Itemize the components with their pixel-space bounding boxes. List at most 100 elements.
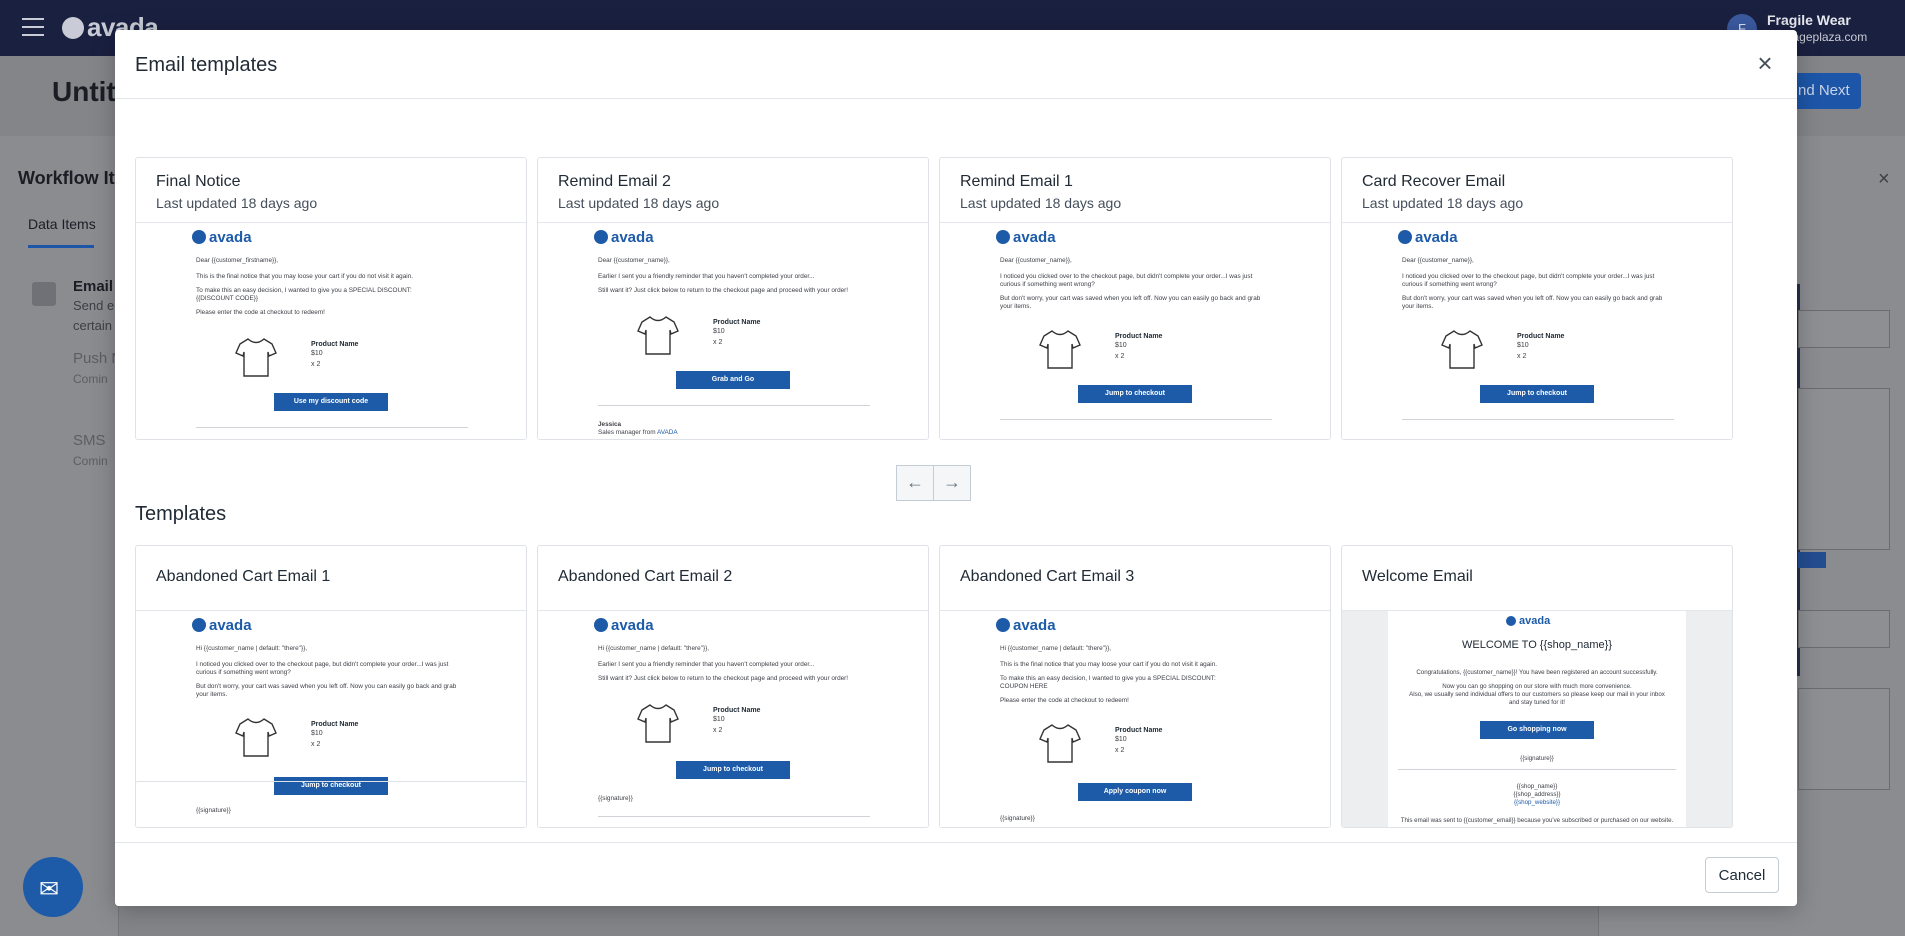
- avada-logo: avada: [192, 229, 252, 246]
- template-card-welcome-email[interactable]: Welcome Email avada WELCOME TO {{shop_na…: [1341, 545, 1733, 828]
- card-title: Welcome Email: [1362, 568, 1473, 585]
- welcome-heading: WELCOME TO {{shop_name}}: [1461, 639, 1612, 651]
- preview-line: Dear {{customer_name}},: [598, 257, 670, 264]
- product-name: Product Name: [311, 341, 359, 348]
- tshirt-icon: [1441, 330, 1483, 369]
- tab-data-items[interactable]: Data Items: [28, 216, 96, 232]
- card-header: Abandoned Cart Email 2: [538, 546, 928, 611]
- next-page-button[interactable]: →: [933, 465, 971, 501]
- avada-logo: avada: [996, 617, 1056, 634]
- tshirt-icon: [235, 338, 277, 377]
- arrow-right-icon: →: [943, 472, 961, 492]
- product-price: $10: [311, 350, 323, 357]
- preview-line: But don't worry, your cart was saved whe…: [1000, 295, 1261, 302]
- workflow-item-sms[interactable]: SMS: [73, 432, 106, 449]
- workflow-item-push-desc: Comin: [73, 372, 108, 386]
- avada-logo-icon: [1506, 616, 1516, 626]
- avada-logo-icon: [192, 618, 206, 632]
- preview-line: Hi {{customer_name | default: "there"}},: [196, 645, 307, 652]
- preview-line: Dear {{customer_name}},: [1402, 257, 1474, 264]
- preview-divider: [1402, 419, 1674, 420]
- template-card-abandoned-cart-3[interactable]: Abandoned Cart Email 3 avada Hi {{custom…: [939, 545, 1331, 828]
- prev-page-button[interactable]: ←: [896, 465, 934, 501]
- preview-divider: [1000, 419, 1272, 420]
- avada-logo-icon: [996, 230, 1010, 244]
- preview-line: curious if something went wrong?: [1402, 281, 1497, 288]
- panel-box: [1798, 688, 1890, 790]
- avada-logo-icon: [594, 230, 608, 244]
- cancel-button[interactable]: Cancel: [1705, 857, 1779, 893]
- product-name: Product Name: [1115, 333, 1163, 340]
- card-header: Card Recover Email Last updated 18 days …: [1342, 158, 1732, 223]
- page-title: Untit: [52, 76, 116, 107]
- preview-line: Dear {{customer_firstname}},: [196, 257, 279, 264]
- panel-button[interactable]: [1798, 552, 1826, 568]
- chat-icon: ✉: [39, 876, 60, 903]
- preview-line: Still want it? Just click below to retur…: [598, 287, 849, 294]
- preview-line: {{DISCOUNT CODE}}: [196, 295, 259, 302]
- preview-divider: [598, 405, 870, 406]
- modal-title: Email templates: [135, 54, 278, 76]
- template-card-remind-email-1[interactable]: Remind Email 1 Last updated 18 days ago …: [939, 157, 1331, 440]
- preview-line: Dear {{customer_name}},: [1000, 257, 1072, 264]
- preview-cta: Use my discount code: [274, 393, 388, 411]
- shop-address-token: {{shop_address}}: [1513, 791, 1561, 798]
- card-title: Remind Email 1: [960, 173, 1073, 190]
- email-templates-modal: Email templates × Final Notice Last upda…: [115, 30, 1797, 906]
- template-card-remind-email-2[interactable]: Remind Email 2 Last updated 18 days ago …: [537, 157, 929, 440]
- preview-signature: {{signature}}: [196, 807, 231, 814]
- chat-launcher[interactable]: ✉: [23, 857, 83, 917]
- preview-line: To make this an easy decision, I wanted …: [1000, 675, 1216, 682]
- preview-cta: Jump to checkout: [1480, 385, 1594, 403]
- preview-line: I noticed you clicked over to the checko…: [196, 661, 449, 668]
- email-preview: avada Dear {{customer_name}}, I noticed …: [940, 223, 1330, 439]
- preview-line: I noticed you clicked over to the checko…: [1402, 273, 1655, 280]
- avada-logo: avada: [1398, 229, 1458, 246]
- preview-footer: This email was sent to {{customer_email}…: [1400, 817, 1674, 824]
- panel-input[interactable]: [1798, 310, 1890, 348]
- preview-line: Please enter the code at checkout to red…: [196, 309, 325, 316]
- email-preview: avada Hi {{customer_name | default: "the…: [940, 611, 1330, 827]
- shop-name-token: {{shop_name}}: [1516, 783, 1558, 790]
- templates-section-title: Templates: [135, 503, 227, 525]
- preview-divider: [1398, 769, 1676, 770]
- card-updated: Last updated 18 days ago: [960, 195, 1122, 211]
- product-price: $10: [713, 716, 725, 723]
- avada-logo: avada: [996, 229, 1056, 246]
- template-card-card-recover-email[interactable]: Card Recover Email Last updated 18 days …: [1341, 157, 1733, 440]
- email-icon: [32, 282, 56, 306]
- preview-email-body: avada WELCOME TO {{shop_name}} Congratul…: [1388, 611, 1686, 827]
- workflow-items-panel: [0, 136, 119, 936]
- arrow-left-icon: ←: [906, 472, 924, 492]
- product-qty: x 2: [713, 339, 723, 346]
- menu-icon[interactable]: [22, 18, 44, 36]
- product-name: Product Name: [1115, 727, 1163, 734]
- preview-signature: {{signature}}: [598, 795, 633, 802]
- template-card-final-notice[interactable]: Final Notice Last updated 18 days ago av…: [135, 157, 527, 440]
- product-qty: x 2: [311, 741, 321, 748]
- product-qty: x 2: [311, 361, 321, 368]
- avada-logo-icon: [594, 618, 608, 632]
- product-name: Product Name: [311, 721, 359, 728]
- avada-logo-icon: [1398, 230, 1412, 244]
- panel-select[interactable]: [1798, 610, 1890, 648]
- preview-divider: [196, 427, 468, 428]
- active-tab-indicator: [28, 245, 94, 248]
- workflow-item-email[interactable]: Email: [73, 278, 113, 295]
- product-price: $10: [311, 730, 323, 737]
- close-icon[interactable]: ×: [1751, 50, 1779, 78]
- user-name: Fragile Wear: [1767, 12, 1851, 28]
- preview-signature: {{signature}}: [1520, 755, 1554, 762]
- save-and-next-button[interactable]: nd Next: [1790, 73, 1861, 109]
- card-updated: Last updated 18 days ago: [1362, 195, 1524, 211]
- product-price: $10: [713, 328, 725, 335]
- close-icon[interactable]: ×: [1878, 168, 1890, 191]
- preview-line: To make this an easy decision, I wanted …: [196, 287, 412, 294]
- avada-logo: avada: [594, 229, 654, 246]
- template-card-abandoned-cart-2[interactable]: Abandoned Cart Email 2 avada Hi {{custom…: [537, 545, 929, 828]
- preview-line: Earlier I sent you a friendly reminder t…: [598, 273, 815, 280]
- preview-line: Still want it? Just click below to retur…: [598, 675, 849, 682]
- preview-signature: {{signature}}: [1000, 815, 1035, 822]
- template-card-partial[interactable]: [135, 781, 527, 802]
- avada-logo-icon: [62, 17, 84, 39]
